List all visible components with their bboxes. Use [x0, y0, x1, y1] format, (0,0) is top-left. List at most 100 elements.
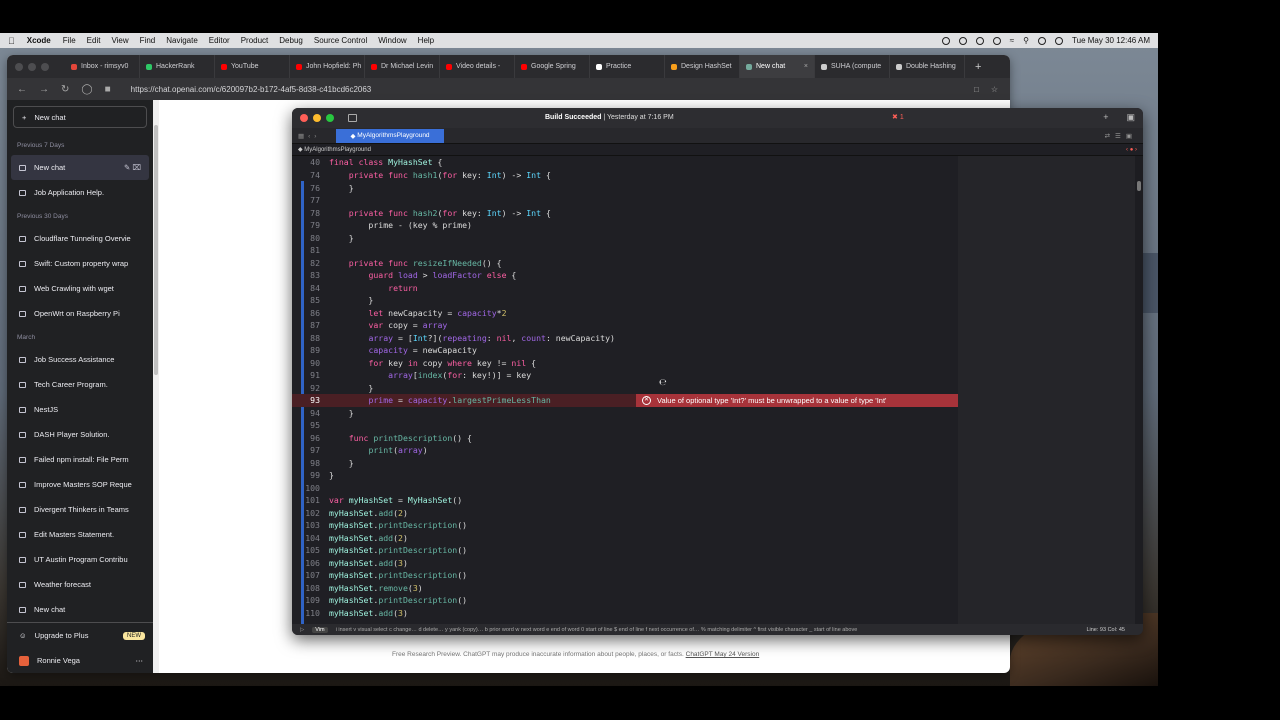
code-line[interactable]: 107 myHashSet.printDescription()	[292, 569, 958, 582]
navigator-toggle-icon[interactable]	[348, 114, 357, 122]
menu-item-product[interactable]: Product	[241, 36, 269, 45]
code-line[interactable]: 110 myHashSet.add(3)	[292, 607, 958, 620]
menubar-clock[interactable]: Tue May 30 12:46 AM	[1072, 36, 1150, 45]
browser-tab[interactable]: John Hopfield: Ph	[290, 55, 365, 78]
code-line[interactable]: 83 guard load > loadFactor else {	[292, 269, 958, 282]
play-icon[interactable]	[975, 36, 984, 45]
code-line[interactable]: 81	[292, 244, 958, 257]
menu-item-file[interactable]: File	[63, 36, 76, 45]
code-line[interactable]: 74 private func hash1(for key: Int) -> I…	[292, 168, 958, 181]
chat-history-item[interactable]: Tech Career Program.	[7, 372, 153, 397]
chat-history-item[interactable]: OpenWrt on Raspberry Pi	[7, 301, 153, 326]
code-line[interactable]: 96 func printDescription() {	[292, 432, 958, 445]
shield-icon[interactable]: ◯	[81, 84, 92, 95]
minimap[interactable]	[958, 156, 1135, 624]
search-icon[interactable]: ⚲	[1023, 36, 1029, 45]
chat-history-item[interactable]: DASH Player Solution.	[7, 422, 153, 447]
issue-nav-icon[interactable]: ‹ ● ›	[1126, 147, 1143, 153]
chat-history-item[interactable]: Job Success Assistance	[7, 347, 153, 372]
code-line[interactable]: 80 }	[292, 232, 958, 245]
code-line[interactable]: 102 myHashSet.add(2)	[292, 507, 958, 520]
chat-history-item[interactable]: Web Crawling with wget	[7, 276, 153, 301]
editor-scrollbar[interactable]	[1135, 156, 1143, 624]
code-line[interactable]: 85 }	[292, 294, 958, 307]
tab-playground-file[interactable]: ◆ MyAlgorithmsPlayground	[336, 128, 444, 143]
status-icon[interactable]	[941, 36, 950, 45]
chat-history-item[interactable]: Failed npm install: File Perm	[7, 447, 153, 472]
code-line[interactable]: 91 array[index(for: key!)] = key	[292, 369, 958, 382]
editor-nav-icons[interactable]: ▦‹›	[298, 132, 320, 140]
code-line[interactable]: 79 prime - (key % prime)	[292, 219, 958, 232]
menu-item-editor[interactable]: Editor	[209, 36, 230, 45]
browser-tab[interactable]: YouTube	[215, 55, 290, 78]
apple-icon[interactable]: 	[8, 36, 15, 46]
code-line[interactable]: 106 myHashSet.add(3)	[292, 557, 958, 570]
chat-history-item[interactable]: Divergent Thinkers in Teams	[7, 497, 153, 522]
browser-tab[interactable]: SUHA (compute	[815, 55, 890, 78]
wifi-icon[interactable]: ≈	[1010, 36, 1014, 45]
browser-tab[interactable]: Dr Michael Levin	[365, 55, 440, 78]
code-line[interactable]: 87 var copy = array	[292, 319, 958, 332]
bookmark-star-icon[interactable]: ☆	[991, 85, 998, 94]
code-line[interactable]: 76 }	[292, 182, 958, 195]
more-icon[interactable]: ⋯	[136, 656, 154, 665]
back-icon[interactable]: ←	[17, 84, 27, 95]
forward-icon[interactable]: →	[39, 84, 49, 95]
control-center-icon[interactable]	[1038, 36, 1047, 45]
chat-history-item[interactable]: NestJS	[7, 397, 153, 422]
code-line[interactable]: 99}	[292, 469, 958, 482]
code-line[interactable]: 109 myHashSet.printDescription()	[292, 594, 958, 607]
code-line[interactable]: 105 myHashSet.printDescription()	[292, 544, 958, 557]
code-line[interactable]: 104 myHashSet.add(2)	[292, 532, 958, 545]
code-line[interactable]: 89 capacity = newCapacity	[292, 344, 958, 357]
code-line[interactable]: 88 array = [Int?](repeating: nil, count:…	[292, 332, 958, 345]
browser-tab[interactable]: Practice	[590, 55, 665, 78]
code-line[interactable]: 86 let newCapacity = capacity*2	[292, 307, 958, 320]
browser-tab[interactable]: Video details -	[440, 55, 515, 78]
version-link[interactable]: ChatGPT May 24 Version	[686, 651, 760, 658]
menu-item-source-control[interactable]: Source Control	[314, 36, 367, 45]
app-menu[interactable]: Xcode	[27, 36, 51, 45]
code-line[interactable]: 40 final class MyHashSet {	[292, 156, 958, 169]
minimize-button[interactable]	[313, 114, 321, 122]
new-chat-button[interactable]: + New chat	[13, 106, 147, 128]
sidebar-scrollbar[interactable]	[153, 100, 159, 673]
jump-bar-file[interactable]: ◆ MyAlgorithmsPlayground	[298, 146, 371, 153]
code-line[interactable]: 101 var myHashSet = MyHashSet()	[292, 494, 958, 507]
chat-history-item[interactable]: Weather forecast	[7, 572, 153, 597]
close-button[interactable]	[300, 114, 308, 122]
browser-tab[interactable]: Google Spring	[515, 55, 590, 78]
code-line[interactable]: 84 return	[292, 282, 958, 295]
code-line[interactable]: 108 myHashSet.remove(3)	[292, 582, 958, 595]
chat-history-item[interactable]: Swift: Custom property wrap	[7, 251, 153, 276]
browser-tab[interactable]: Inbox - rimsyv0	[65, 55, 140, 78]
chat-history-item[interactable]: Cloudflare Tunneling Overvie	[7, 226, 153, 251]
reader-icon[interactable]: □	[974, 85, 979, 94]
source-editor[interactable]: 40 final class MyHashSet {74 private func…	[292, 156, 958, 624]
chat-history-item[interactable]: Edit Masters Statement.	[7, 522, 153, 547]
menu-item-debug[interactable]: Debug	[279, 36, 303, 45]
menu-item-view[interactable]: View	[111, 36, 128, 45]
close-button[interactable]	[15, 62, 23, 71]
status-icon[interactable]	[958, 36, 967, 45]
code-line[interactable]: 94 }	[292, 407, 958, 420]
siri-icon[interactable]	[1055, 36, 1064, 45]
menu-item-navigate[interactable]: Navigate	[166, 36, 198, 45]
zoom-button[interactable]	[41, 62, 49, 71]
code-line[interactable]: 93 prime = capacity.largestPrimeLessThan…	[292, 394, 958, 407]
editor-options-icons[interactable]: ⇄☰▣	[1105, 132, 1143, 140]
minimize-button[interactable]	[28, 62, 36, 71]
code-line[interactable]: 103 myHashSet.printDescription()	[292, 519, 958, 532]
error-count-badge[interactable]: ✖ 1	[892, 113, 904, 121]
chat-history-item[interactable]: Job Application Help.	[7, 180, 153, 205]
zoom-button[interactable]	[326, 114, 334, 122]
code-line[interactable]: 97 print(array)	[292, 444, 958, 457]
menu-item-window[interactable]: Window	[378, 36, 406, 45]
browser-tab[interactable]: New chat ×	[740, 55, 815, 78]
new-tab-button[interactable]: +	[975, 61, 981, 73]
browser-tab[interactable]: HackerRank	[140, 55, 215, 78]
chat-history-item[interactable]: New chat	[7, 597, 153, 622]
upgrade-button[interactable]: ☺ Upgrade to Plus NEW	[7, 623, 153, 648]
inspector-toggle-icon[interactable]: ▣	[1126, 112, 1135, 123]
status-icon[interactable]	[992, 36, 1001, 45]
